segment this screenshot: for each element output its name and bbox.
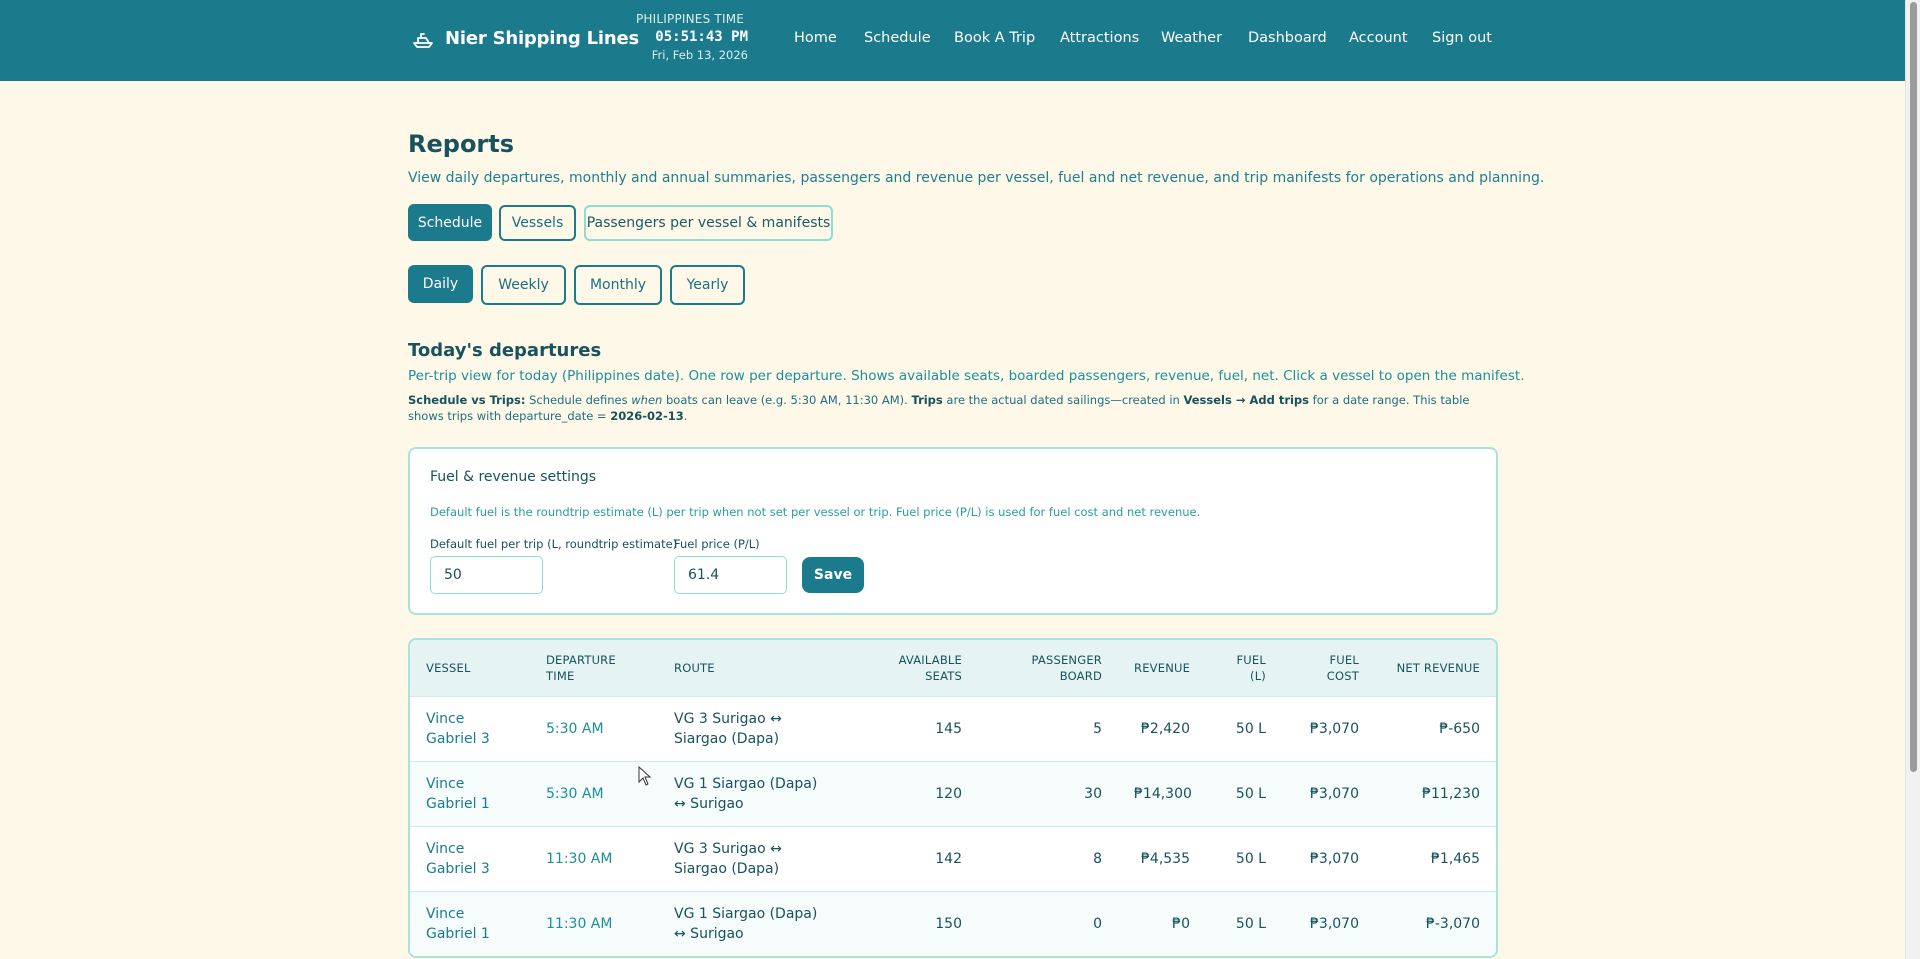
vessel-link[interactable]: Vince Gabriel 3 xyxy=(410,826,530,891)
note-text: . xyxy=(683,409,688,423)
page-subtitle: View daily departures, monthly and annua… xyxy=(408,170,1545,186)
fuel-cost: ₱3,070 xyxy=(1310,720,1359,737)
departure-time: 11:30 AM xyxy=(546,850,613,867)
available-seats: 150 xyxy=(935,915,962,932)
available-seats: 145 xyxy=(935,720,962,737)
clock-zone: PHILIPPINES TIME xyxy=(636,12,745,26)
section-description: Per-trip view for today (Philippines dat… xyxy=(408,368,1525,384)
default-fuel-label: Default fuel per trip (L, roundtrip esti… xyxy=(430,537,678,551)
route: VG 1 Siargao (Dapa) ↔ Surigao xyxy=(674,775,818,812)
revenue: ₱14,300 xyxy=(1134,785,1192,802)
top-navbar: Nier Shipping Lines PHILIPPINES TIME 05:… xyxy=(0,0,1905,81)
clock-time: 05:51:43 PM xyxy=(655,29,748,45)
mouse-cursor-icon xyxy=(638,766,652,786)
scrollbar-thumb[interactable] xyxy=(1910,2,1917,772)
ship-icon xyxy=(413,32,433,48)
tab-passengers-manifests[interactable]: Passengers per vessel & manifests xyxy=(584,205,833,241)
vessel-link[interactable]: Vince Gabriel 1 xyxy=(410,761,530,826)
fuel-revenue-settings-card: Fuel & revenue settings Default fuel is … xyxy=(408,447,1498,615)
settings-title: Fuel & revenue settings xyxy=(430,469,597,485)
table-row: Vince Gabriel 3 5:30 AM VG 3 Surigao ↔ S… xyxy=(410,696,1496,761)
default-fuel-input[interactable] xyxy=(430,556,543,594)
note-label-add-trips: Vessels → Add trips xyxy=(1183,393,1310,407)
revenue: ₱2,420 xyxy=(1141,720,1190,737)
clock-date: Fri, Feb 13, 2026 xyxy=(651,48,748,62)
page-scrollbar[interactable] xyxy=(1905,0,1920,959)
brand-name: Nier Shipping Lines xyxy=(445,28,640,49)
col-fuel[interactable]: FUEL (L) xyxy=(1206,640,1282,696)
fuel: 50 L xyxy=(1235,850,1266,867)
note-label-schedule: Schedule vs Trips: xyxy=(408,393,526,407)
fuel-cost: ₱3,070 xyxy=(1310,915,1359,932)
fuel-cost: ₱3,070 xyxy=(1310,850,1359,867)
note-text: boats can leave (e.g. 5:30 AM, 11:30 AM)… xyxy=(662,393,912,407)
net-revenue: ₱-650 xyxy=(1439,720,1480,737)
revenue: ₱0 xyxy=(1172,915,1190,932)
fuel-cost: ₱3,070 xyxy=(1310,785,1359,802)
col-revenue[interactable]: REVENUE xyxy=(1118,640,1206,696)
route: VG 3 Surigao ↔ Siargao (Dapa) xyxy=(674,840,782,877)
fuel: 50 L xyxy=(1235,785,1266,802)
available-seats: 120 xyxy=(935,785,962,802)
nav-book-a-trip[interactable]: Book A Trip xyxy=(954,30,1035,46)
nav-schedule[interactable]: Schedule xyxy=(864,30,931,46)
fuel: 50 L xyxy=(1235,720,1266,737)
departures-table: VESSEL DEPARTURE TIME ROUTE AVAILABLE SE… xyxy=(408,638,1498,958)
philippines-clock: PHILIPPINES TIME 05:51:43 PM Fri, Feb 13… xyxy=(630,12,748,62)
route: VG 3 Surigao ↔ Siargao (Dapa) xyxy=(674,710,782,747)
period-monthly[interactable]: Monthly xyxy=(574,265,662,305)
col-fuel-cost[interactable]: FUEL COST xyxy=(1282,640,1375,696)
settings-description: Default fuel is the roundtrip estimate (… xyxy=(430,505,1201,519)
note-date: 2026-02-13 xyxy=(610,409,684,423)
col-route[interactable]: ROUTE xyxy=(658,640,848,696)
col-vessel[interactable]: VESSEL xyxy=(410,640,530,696)
page-title: Reports xyxy=(408,130,515,158)
available-seats: 142 xyxy=(935,850,962,867)
tab-schedule[interactable]: Schedule xyxy=(408,204,492,241)
net-revenue: ₱1,465 xyxy=(1431,850,1480,867)
table-row: Vince Gabriel 3 11:30 AM VG 3 Surigao ↔ … xyxy=(410,826,1496,891)
departure-time: 5:30 AM xyxy=(546,720,604,737)
brand-logo[interactable]: Nier Shipping Lines xyxy=(411,28,639,49)
col-departure-time[interactable]: DEPARTURE TIME xyxy=(530,640,658,696)
nav-dashboard[interactable]: Dashboard xyxy=(1248,30,1327,46)
section-title: Today's departures xyxy=(408,340,602,361)
vessel-link[interactable]: Vince Gabriel 3 xyxy=(410,696,530,761)
vessel-link[interactable]: Vince Gabriel 1 xyxy=(410,891,530,956)
table-row: Vince Gabriel 1 11:30 AM VG 1 Siargao (D… xyxy=(410,891,1496,956)
tab-vessels[interactable]: Vessels xyxy=(499,205,576,241)
nav-sign-out[interactable]: Sign out xyxy=(1432,30,1492,46)
route: VG 1 Siargao (Dapa) ↔ Surigao xyxy=(674,905,818,942)
table-row: Vince Gabriel 1 5:30 AM VG 1 Siargao (Da… xyxy=(410,761,1496,826)
fuel-price-label: Fuel price (P/L) xyxy=(674,537,760,551)
nav-home[interactable]: Home xyxy=(794,30,837,46)
net-revenue: ₱11,230 xyxy=(1422,785,1480,802)
nav-account[interactable]: Account xyxy=(1349,30,1408,46)
fuel-price-input[interactable] xyxy=(674,556,787,594)
period-daily[interactable]: Daily xyxy=(408,265,473,303)
passenger-board: 30 xyxy=(1084,785,1102,802)
save-button[interactable]: Save xyxy=(802,557,864,593)
passenger-board: 8 xyxy=(1093,850,1102,867)
note-label-trips: Trips xyxy=(911,393,943,407)
departure-time: 11:30 AM xyxy=(546,915,613,932)
passenger-board: 5 xyxy=(1093,720,1102,737)
net-revenue: ₱-3,070 xyxy=(1425,915,1480,932)
note-emphasis: when xyxy=(631,393,663,407)
period-yearly[interactable]: Yearly xyxy=(670,265,745,305)
note-text: Schedule defines xyxy=(525,393,632,407)
note-text: are the actual dated sailings—created in xyxy=(942,393,1184,407)
col-available-seats[interactable]: AVAILABLE SEATS xyxy=(848,640,978,696)
fuel: 50 L xyxy=(1235,915,1266,932)
period-weekly[interactable]: Weekly xyxy=(481,265,566,305)
passenger-board: 0 xyxy=(1093,915,1102,932)
revenue: ₱4,535 xyxy=(1141,850,1190,867)
table-header-row: VESSEL DEPARTURE TIME ROUTE AVAILABLE SE… xyxy=(410,640,1496,696)
col-net-revenue[interactable]: NET REVENUE xyxy=(1375,640,1496,696)
nav-attractions[interactable]: Attractions xyxy=(1060,30,1139,46)
col-passenger-board[interactable]: PASSENGER BOARD xyxy=(978,640,1118,696)
schedule-vs-trips-note: Schedule vs Trips: Schedule defines when… xyxy=(408,392,1498,424)
nav-weather[interactable]: Weather xyxy=(1161,30,1222,46)
